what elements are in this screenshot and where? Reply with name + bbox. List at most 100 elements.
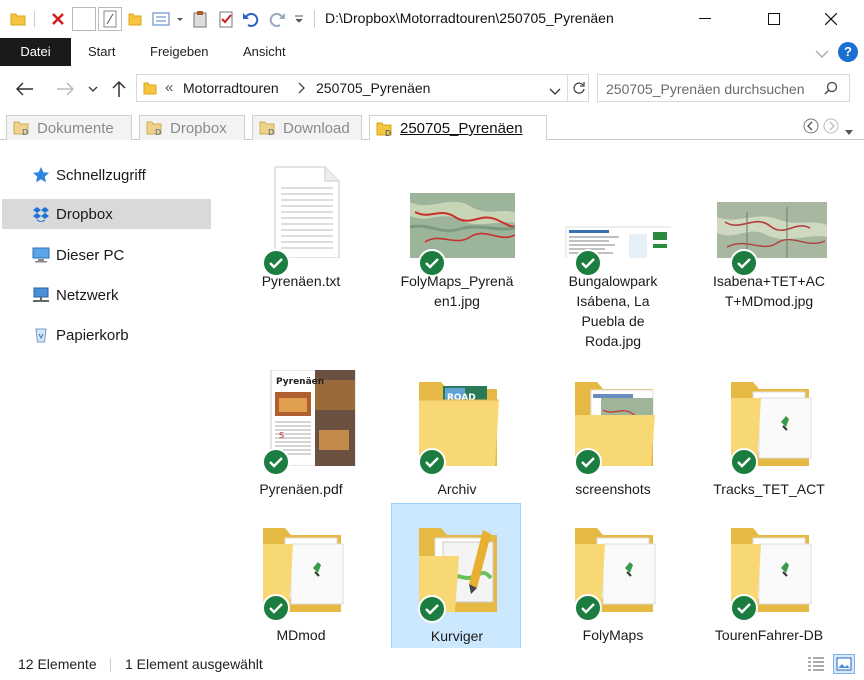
delete-icon[interactable] <box>46 7 70 31</box>
dropbox-folder-icon: D <box>146 121 162 136</box>
folder-item-archiv[interactable]: ROAD Archiv <box>392 358 522 504</box>
svg-text:D: D <box>155 128 161 136</box>
sidebar-item-label: Dieser PC <box>56 246 125 264</box>
sync-status-icon <box>262 594 290 622</box>
address-overflow[interactable]: « <box>165 79 173 96</box>
breadcrumb-motorradtouren[interactable]: Motorradtouren <box>183 80 279 96</box>
new-folder-icon[interactable] <box>126 7 144 31</box>
tab-ansicht[interactable]: Ansicht <box>243 38 286 66</box>
folder-tab-dropbox[interactable]: D Dropbox <box>139 115 245 140</box>
title-bar: D:\Dropbox\Motorradtouren\250705_Pyrenäe… <box>0 0 864 38</box>
folder-item-mdmod[interactable]: MDmod <box>236 504 366 648</box>
item-count: 12 Elemente <box>18 656 97 672</box>
sidebar-item-schnellzugriff[interactable]: Schnellzugriff <box>2 160 211 190</box>
recycle-bin-icon <box>35 328 47 343</box>
svg-text:D: D <box>268 128 274 136</box>
search-icon[interactable] <box>824 81 838 98</box>
file-name: screenshots <box>575 481 651 497</box>
file-item-pyrenaeen-txt[interactable]: Pyrenäen.txt <box>236 150 366 300</box>
breadcrumb-chevron-icon[interactable] <box>297 81 305 97</box>
tab-menu-icon[interactable] <box>845 123 853 139</box>
web-screenshot-thumbnail <box>565 226 671 258</box>
map-thumbnail <box>717 202 827 258</box>
toolbar-separator <box>32 7 36 31</box>
sidebar-item-label: Dropbox <box>56 205 113 223</box>
undo-icon[interactable] <box>240 7 262 31</box>
sidebar-item-dieser-pc[interactable]: Dieser PC <box>2 240 211 270</box>
refresh-icon[interactable] <box>567 75 589 101</box>
folder-tab-label: Dropbox <box>170 119 227 137</box>
search-input[interactable]: 250705_Pyrenäen durchsuchen <box>606 81 805 97</box>
checklist-icon[interactable] <box>216 7 236 31</box>
close-button[interactable] <box>808 0 854 38</box>
file-list: Pyrenäen.txt FolyMaps_Pyrenä en1.jpg Bung… <box>214 140 864 648</box>
file-name: Pyrenäen.pdf <box>259 481 343 497</box>
tab-datei[interactable]: Datei <box>0 38 71 66</box>
folder-tab-label: Download <box>283 119 350 137</box>
star-icon <box>33 167 49 183</box>
file-item-pyrenaeen-pdf[interactable]: Pyrenäen S Pyrenäen.pdf <box>236 358 366 504</box>
folder-item-tracks-tet-act[interactable]: Tracks_TET_ACT <box>704 358 834 504</box>
tab-start[interactable]: Start <box>88 38 115 66</box>
help-button[interactable]: ? <box>838 42 858 62</box>
folder-item-folymaps[interactable]: FolyMaps <box>548 504 678 648</box>
breadcrumb-current[interactable]: 250705_Pyrenäen <box>316 80 430 96</box>
customize-toolbar-icon[interactable] <box>292 7 306 31</box>
clipboard-icon[interactable] <box>190 7 210 31</box>
details-view-icon[interactable] <box>807 656 825 675</box>
ribbon-tabs: Datei Start Freigeben Ansicht ? <box>0 38 864 66</box>
folder-icon <box>419 528 497 612</box>
folder-tab-current[interactable]: D 250705_Pyrenäen <box>369 115 547 141</box>
minimize-button[interactable] <box>682 0 728 38</box>
file-name: Isabena+TET+AC T+MDmod.jpg <box>712 273 826 309</box>
documents-folder-icon: D <box>13 121 29 136</box>
tab-forward-icon[interactable] <box>823 118 839 137</box>
sync-status-icon <box>574 594 602 622</box>
view-options-icon[interactable] <box>150 7 186 31</box>
expand-ribbon-icon[interactable] <box>815 46 829 62</box>
file-item-folymaps-jpg[interactable]: FolyMaps_Pyrenä en1.jpg <box>392 150 522 309</box>
folder-tabs-bar: D Dokumente D Dropbox D Download D 25070… <box>0 112 864 141</box>
svg-text:Pyrenäen: Pyrenäen <box>276 377 324 387</box>
status-bar: 12 Elemente 1 Element ausgewählt <box>0 648 864 680</box>
sidebar-item-label: Schnellzugriff <box>56 166 146 184</box>
maximize-button[interactable] <box>751 0 797 38</box>
folder-tab-download[interactable]: D Download <box>252 115 362 140</box>
sidebar-item-label: Netzwerk <box>56 286 119 304</box>
download-folder-icon: D <box>259 121 275 136</box>
file-name: MDmod <box>276 627 326 643</box>
sidebar-item-netzwerk[interactable]: Netzwerk <box>2 280 211 310</box>
search-box[interactable]: 250705_Pyrenäen durchsuchen <box>597 74 850 102</box>
map-thumbnail <box>409 193 515 258</box>
folder-item-screenshots[interactable]: screenshots <box>548 358 678 504</box>
forward-button[interactable] <box>52 76 78 102</box>
properties-icon[interactable] <box>72 7 96 31</box>
text-file-icon <box>274 166 340 258</box>
address-dropdown-icon[interactable] <box>549 83 561 99</box>
up-button[interactable] <box>108 76 130 102</box>
file-item-bungalowpark-jpg[interactable]: Bungalowpark Isábena, La Puebla de Roda.jpg <box>548 150 678 349</box>
folder-item-kurviger[interactable]: Kurviger <box>391 503 521 648</box>
folder-tab-dokumente[interactable]: D Dokumente <box>6 115 132 140</box>
status-separator <box>110 658 111 672</box>
svg-text:S: S <box>279 431 284 440</box>
current-folder-icon: D <box>376 122 392 137</box>
sidebar-item-dropbox[interactable]: Dropbox <box>2 199 211 229</box>
folder-item-tourenfahrer-db[interactable]: TourenFahrer-DB <box>704 504 834 648</box>
tab-back-icon[interactable] <box>803 118 819 137</box>
file-name: Kurviger <box>430 628 484 644</box>
large-icons-view-icon[interactable] <box>833 654 855 674</box>
network-icon <box>33 287 49 302</box>
svg-text:D: D <box>22 128 28 136</box>
file-item-isabena-jpg[interactable]: Isabena+TET+AC T+MDmod.jpg <box>704 150 834 309</box>
sync-status-icon <box>574 448 602 476</box>
rename-icon[interactable] <box>98 7 122 31</box>
redo-icon[interactable] <box>266 7 288 31</box>
folder-tab-label: 250705_Pyrenäen <box>400 120 523 137</box>
address-bar[interactable]: « Motorradtouren 250705_Pyrenäen <box>136 74 589 102</box>
sidebar-item-papierkorb[interactable]: Papierkorb <box>2 320 211 350</box>
recent-locations-button[interactable] <box>86 76 100 102</box>
back-button[interactable] <box>12 76 38 102</box>
folder-tab-label: Dokumente <box>37 119 114 137</box>
tab-freigeben[interactable]: Freigeben <box>150 38 209 66</box>
